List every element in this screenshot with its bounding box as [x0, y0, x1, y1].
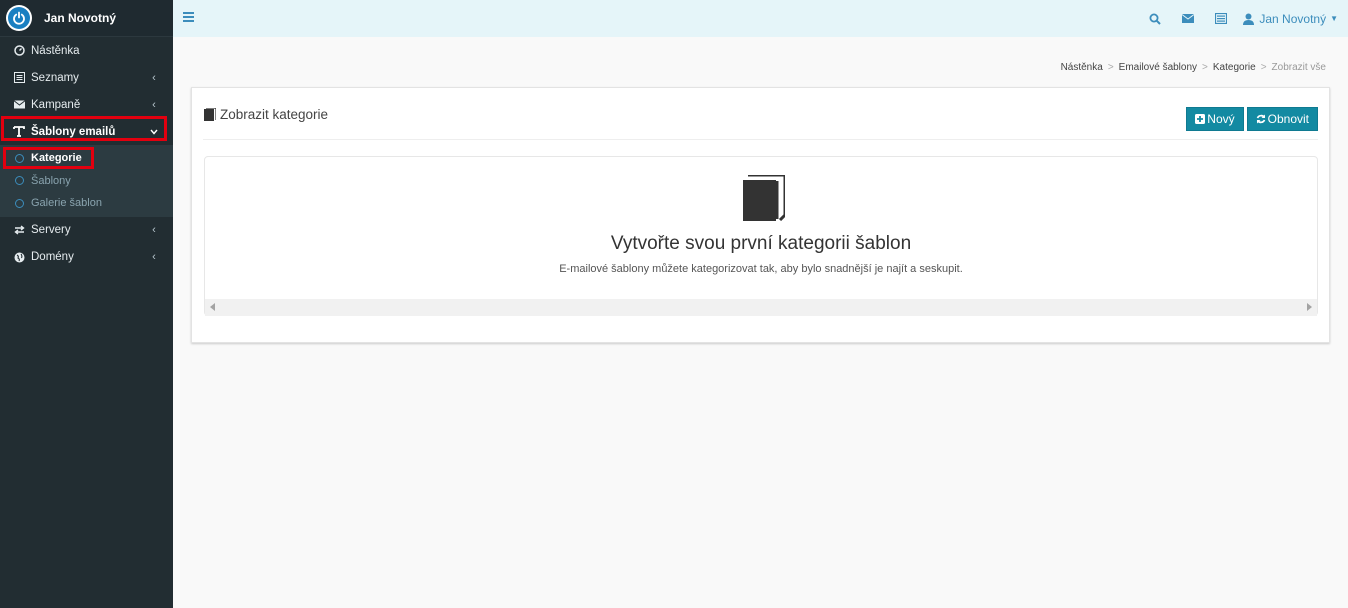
sidebar-subitem-galerie-sablon[interactable]: Galerie šablon — [0, 192, 173, 215]
sidebar-item-servery[interactable]: Servery ‹ — [0, 217, 173, 244]
sidebar-subitem-label: Šablony — [31, 174, 71, 187]
breadcrumb-item[interactable]: Nástěnka — [1061, 62, 1103, 73]
breadcrumb: Nástěnka > Emailové šablony > Kategorie … — [1061, 62, 1326, 73]
sidebar-item-label: Nástěnka — [31, 44, 80, 57]
new-button[interactable]: Nový — [1186, 107, 1244, 131]
chevron-left-icon: ‹ — [152, 71, 156, 84]
sidebar-subitem-label: Galerie šablon — [31, 197, 102, 210]
categories-box: Zobrazit kategorie Nový Obnovit Vytvořte… — [191, 87, 1330, 343]
exchange-icon — [13, 224, 25, 236]
refresh-button[interactable]: Obnovit — [1246, 107, 1318, 131]
empty-state-title: Vytvořte svou první kategorii šablon — [610, 233, 912, 254]
sidebar-item-sablony-emailu[interactable]: Šablony emailů — [0, 116, 173, 145]
sidebar-submenu: Kategorie Šablony Galerie šablon — [0, 145, 173, 217]
circle-icon — [15, 153, 24, 163]
book-icon — [743, 173, 787, 224]
box-header: Zobrazit kategorie Nový Obnovit — [203, 88, 1318, 140]
sidebar-item-seznamy[interactable]: Seznamy ‹ — [0, 64, 173, 91]
horizontal-scrollbar[interactable] — [205, 299, 1317, 316]
sidebar-subitem-sablony[interactable]: Šablony — [0, 170, 173, 193]
refresh-icon — [1256, 114, 1266, 124]
brand-user-name: Jan Novotný — [44, 11, 117, 25]
list-icon — [13, 72, 25, 84]
sidebar-item-label: Servery — [31, 224, 71, 236]
user-icon — [1243, 13, 1255, 25]
chevron-left-icon: ‹ — [152, 224, 156, 236]
circle-icon — [15, 198, 24, 208]
breadcrumb-separator: > — [1260, 62, 1267, 73]
sidebar-item-nastenka[interactable]: Nástěnka — [0, 37, 173, 64]
book-icon — [204, 108, 216, 121]
list-alt-icon[interactable] — [1204, 0, 1237, 37]
envelope-icon[interactable] — [1171, 0, 1204, 37]
sidebar-subitem-label: Kategorie — [31, 152, 82, 165]
sidebar-item-domeny[interactable]: Domény ‹ — [0, 244, 173, 271]
box-title: Zobrazit kategorie — [204, 107, 328, 122]
box-tools: Nový Obnovit — [1183, 107, 1318, 131]
sidebar-menu-bottom: Servery ‹ Domény ‹ — [0, 217, 173, 271]
sidebar-brand[interactable]: Jan Novotný — [0, 0, 173, 37]
sidebar-item-label: Seznamy — [31, 71, 79, 84]
sidebar-item-kampane[interactable]: Kampaně ‹ — [0, 91, 173, 118]
scroll-left-icon[interactable] — [210, 303, 215, 311]
chevron-down-icon — [149, 126, 159, 138]
box-title-text: Zobrazit kategorie — [220, 107, 329, 122]
breadcrumb-item[interactable]: Emailové šablony — [1119, 62, 1197, 73]
empty-state-subtitle: E-mailové šablony můžete kategorizovat t… — [559, 263, 963, 275]
caret-down-icon: ▼ — [1330, 14, 1338, 23]
hamburger-icon[interactable] — [183, 12, 194, 22]
top-icons: Jan Novotný ▼ — [1138, 0, 1348, 37]
chevron-left-icon: ‹ — [152, 98, 156, 111]
dashboard-icon — [13, 45, 25, 57]
chevron-left-icon: ‹ — [152, 251, 156, 263]
envelope-icon — [13, 99, 25, 111]
power-icon — [6, 5, 32, 31]
refresh-button-label: Obnovit — [1267, 112, 1309, 126]
breadcrumb-separator: > — [1202, 62, 1208, 73]
search-icon[interactable] — [1138, 0, 1171, 37]
globe-icon — [13, 251, 25, 263]
breadcrumb-separator: > — [1107, 62, 1114, 73]
top-navbar: Jan Novotný ▼ — [173, 0, 1348, 37]
plus-square-icon — [1195, 114, 1206, 124]
sidebar-item-label: Kampaně — [31, 98, 81, 111]
sidebar-menu: Nástěnka Seznamy ‹ Kampaně ‹ Šablony ema… — [0, 37, 173, 145]
breadcrumb-current: Zobrazit vše — [1271, 62, 1326, 73]
scroll-right-icon[interactable] — [1307, 303, 1312, 311]
sidebar-item-label: Šablony emailů — [31, 125, 116, 138]
text-icon — [13, 126, 25, 138]
user-menu-label: Jan Novotný — [1259, 11, 1327, 26]
user-menu[interactable]: Jan Novotný ▼ — [1243, 12, 1338, 26]
new-button-label: Nový — [1207, 112, 1235, 126]
circle-icon — [15, 176, 24, 186]
empty-state-panel: Vytvořte svou první kategorii šablon E-m… — [204, 156, 1318, 316]
sidebar-subitem-kategorie[interactable]: Kategorie — [0, 147, 173, 170]
sidebar-item-label: Domény — [31, 251, 74, 263]
sidebar: Jan Novotný Nástěnka Seznamy ‹ Kampaně ‹ — [0, 0, 173, 608]
breadcrumb-item[interactable]: Kategorie — [1213, 62, 1256, 73]
